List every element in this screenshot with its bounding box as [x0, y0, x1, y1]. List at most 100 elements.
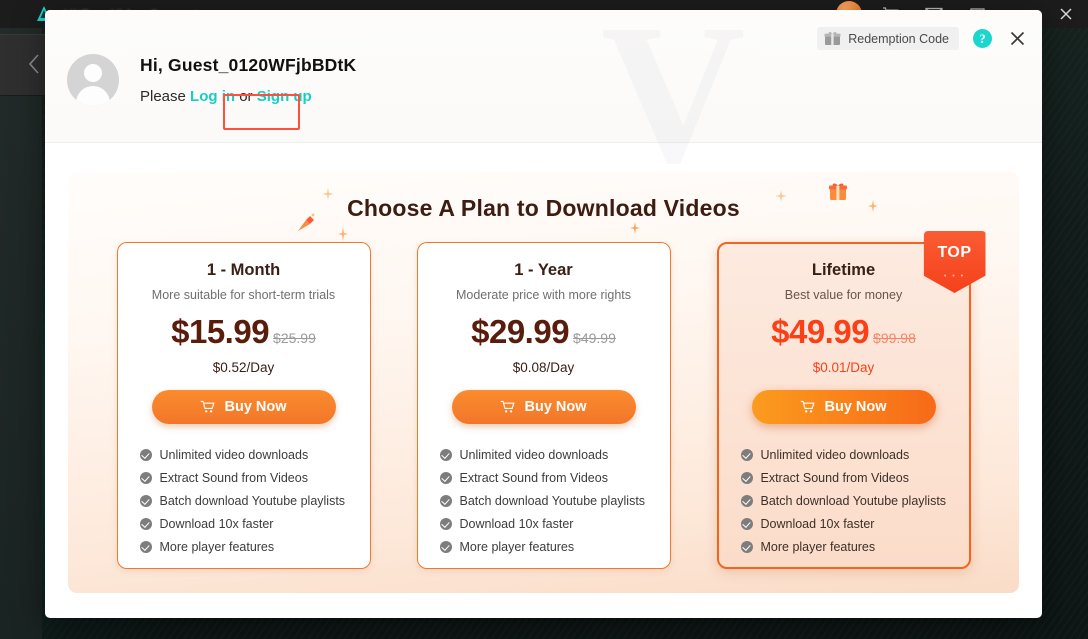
buy-now-button[interactable]: Buy Now	[451, 390, 636, 424]
feature-item: More player features	[740, 540, 969, 554]
top-badge-label: TOP	[937, 244, 972, 261]
plan-price-original: $99.98	[873, 330, 916, 346]
feature-label: Batch download Youtube playlists	[760, 494, 947, 508]
sparkle-icon	[630, 222, 640, 234]
check-icon	[740, 495, 753, 507]
plan-name: 1 - Month	[206, 261, 281, 279]
auth-separator: or	[239, 88, 253, 105]
plan-price-per-day: $0.08/Day	[512, 360, 575, 375]
modal-close-icon[interactable]	[1006, 28, 1028, 50]
check-icon	[139, 472, 152, 484]
plan-panel: Choose A Plan to Download Videos 1 - Mon…	[68, 172, 1019, 593]
modal-body: Choose A Plan to Download Videos 1 - Mon…	[45, 143, 1042, 618]
feature-label: Extract Sound from Videos	[159, 471, 308, 485]
top-badge: TOP • • •	[923, 231, 986, 293]
sparkle-icon	[338, 227, 348, 241]
feature-item: Batch download Youtube playlists	[439, 494, 670, 508]
feature-label: Batch download Youtube playlists	[459, 494, 646, 508]
purchase-modal: V Redemption Code ?	[45, 10, 1042, 618]
help-icon[interactable]: ?	[973, 29, 992, 48]
feature-label: Extract Sound from Videos	[760, 471, 909, 485]
feature-label: Download 10x faster	[159, 517, 274, 531]
feature-label: More player features	[760, 540, 876, 554]
plan-price: $15.99	[171, 313, 270, 350]
plan-card-lifetime[interactable]: TOP • • • Lifetime Best value for money …	[716, 231, 986, 569]
check-icon	[439, 518, 452, 530]
buy-now-label: Buy Now	[224, 399, 287, 415]
plan-price-per-day: $0.01/Day	[812, 360, 875, 375]
plan-price-original: $25.99	[273, 330, 316, 346]
check-icon	[740, 472, 753, 484]
redemption-code-label: Redemption Code	[848, 31, 949, 46]
feature-list: Unlimited video downloads Extract Sound …	[740, 448, 969, 554]
plan-price: $29.99	[471, 313, 570, 350]
buy-now-button[interactable]: Buy Now	[151, 390, 336, 424]
cart-icon	[501, 400, 516, 413]
feature-label: Download 10x faster	[760, 517, 875, 531]
check-icon	[439, 495, 452, 507]
greeting-text: Hi, Guest_0120WFjbBDtK	[140, 55, 357, 75]
plan-price-row: $29.99 $49.99	[418, 313, 670, 351]
buy-now-label: Buy Now	[524, 399, 587, 415]
check-icon	[439, 472, 452, 484]
feature-label: More player features	[459, 540, 575, 554]
feature-item: Unlimited video downloads	[139, 448, 370, 462]
auth-line: Please Log in or Sign up	[140, 88, 356, 105]
plan-card-year[interactable]: 1 - Year Moderate price with more rights…	[416, 242, 671, 569]
feature-label: Batch download Youtube playlists	[159, 494, 346, 508]
feature-label: Unlimited video downloads	[159, 448, 309, 462]
feature-item: Batch download Youtube playlists	[139, 494, 370, 508]
modal-header: Redemption Code ? Hi, Guest_0120WFjbBDtK…	[45, 10, 1042, 143]
buy-now-label: Buy Now	[824, 399, 887, 415]
plan-price-row: $49.99 $99.98	[719, 313, 969, 351]
check-icon	[740, 541, 753, 553]
feature-label: Unlimited video downloads	[459, 448, 609, 462]
feature-item: Download 10x faster	[439, 517, 670, 531]
cart-icon	[201, 400, 216, 413]
plan-card-month[interactable]: 1 - Month More suitable for short-term t…	[116, 242, 371, 569]
feature-item: Extract Sound from Videos	[139, 471, 370, 485]
redemption-code-button[interactable]: Redemption Code	[817, 27, 959, 50]
feature-list: Unlimited video downloads Extract Sound …	[439, 448, 670, 554]
feature-item: Unlimited video downloads	[740, 448, 969, 462]
feature-label: Download 10x faster	[459, 517, 574, 531]
feature-label: More player features	[159, 540, 275, 554]
check-icon	[439, 449, 452, 461]
feature-label: Unlimited video downloads	[760, 448, 910, 462]
gift-icon	[824, 31, 841, 45]
user-info-block: Hi, Guest_0120WFjbBDtK Please Log in or …	[67, 54, 356, 106]
feature-item: Download 10x faster	[139, 517, 370, 531]
plan-name: 1 - Year	[514, 261, 573, 279]
auth-prefix: Please	[140, 88, 186, 105]
back-chevron-icon[interactable]	[26, 52, 41, 81]
plan-price-original: $49.99	[573, 330, 616, 346]
check-icon	[439, 541, 452, 553]
feature-item: Unlimited video downloads	[439, 448, 670, 462]
signup-link[interactable]: Sign up	[257, 88, 312, 105]
feature-label: Extract Sound from Videos	[459, 471, 608, 485]
feature-item: More player features	[139, 540, 370, 554]
check-icon	[740, 449, 753, 461]
sidebar-strip	[0, 28, 42, 639]
login-link[interactable]: Log in	[190, 88, 235, 105]
buy-now-button[interactable]: Buy Now	[751, 390, 936, 424]
plan-card-list: 1 - Month More suitable for short-term t…	[68, 231, 1019, 569]
modal-header-tools: Redemption Code ?	[817, 27, 1028, 50]
plan-subtitle: More suitable for short-term trials	[151, 288, 336, 302]
check-icon	[740, 518, 753, 530]
cart-icon	[801, 400, 816, 413]
plan-price: $49.99	[771, 313, 870, 350]
avatar	[67, 54, 119, 106]
window-close-icon[interactable]	[1044, 0, 1088, 28]
plan-price-per-day: $0.52/Day	[212, 360, 275, 375]
feature-item: Extract Sound from Videos	[740, 471, 969, 485]
check-icon	[139, 518, 152, 530]
check-icon	[139, 541, 152, 553]
check-icon	[139, 449, 152, 461]
check-icon	[139, 495, 152, 507]
plan-subtitle: Moderate price with more rights	[455, 288, 632, 302]
plan-price-row: $15.99 $25.99	[118, 313, 370, 351]
feature-item: Download 10x faster	[740, 517, 969, 531]
page-title: Choose A Plan to Download Videos	[347, 195, 740, 221]
feature-item: Extract Sound from Videos	[439, 471, 670, 485]
